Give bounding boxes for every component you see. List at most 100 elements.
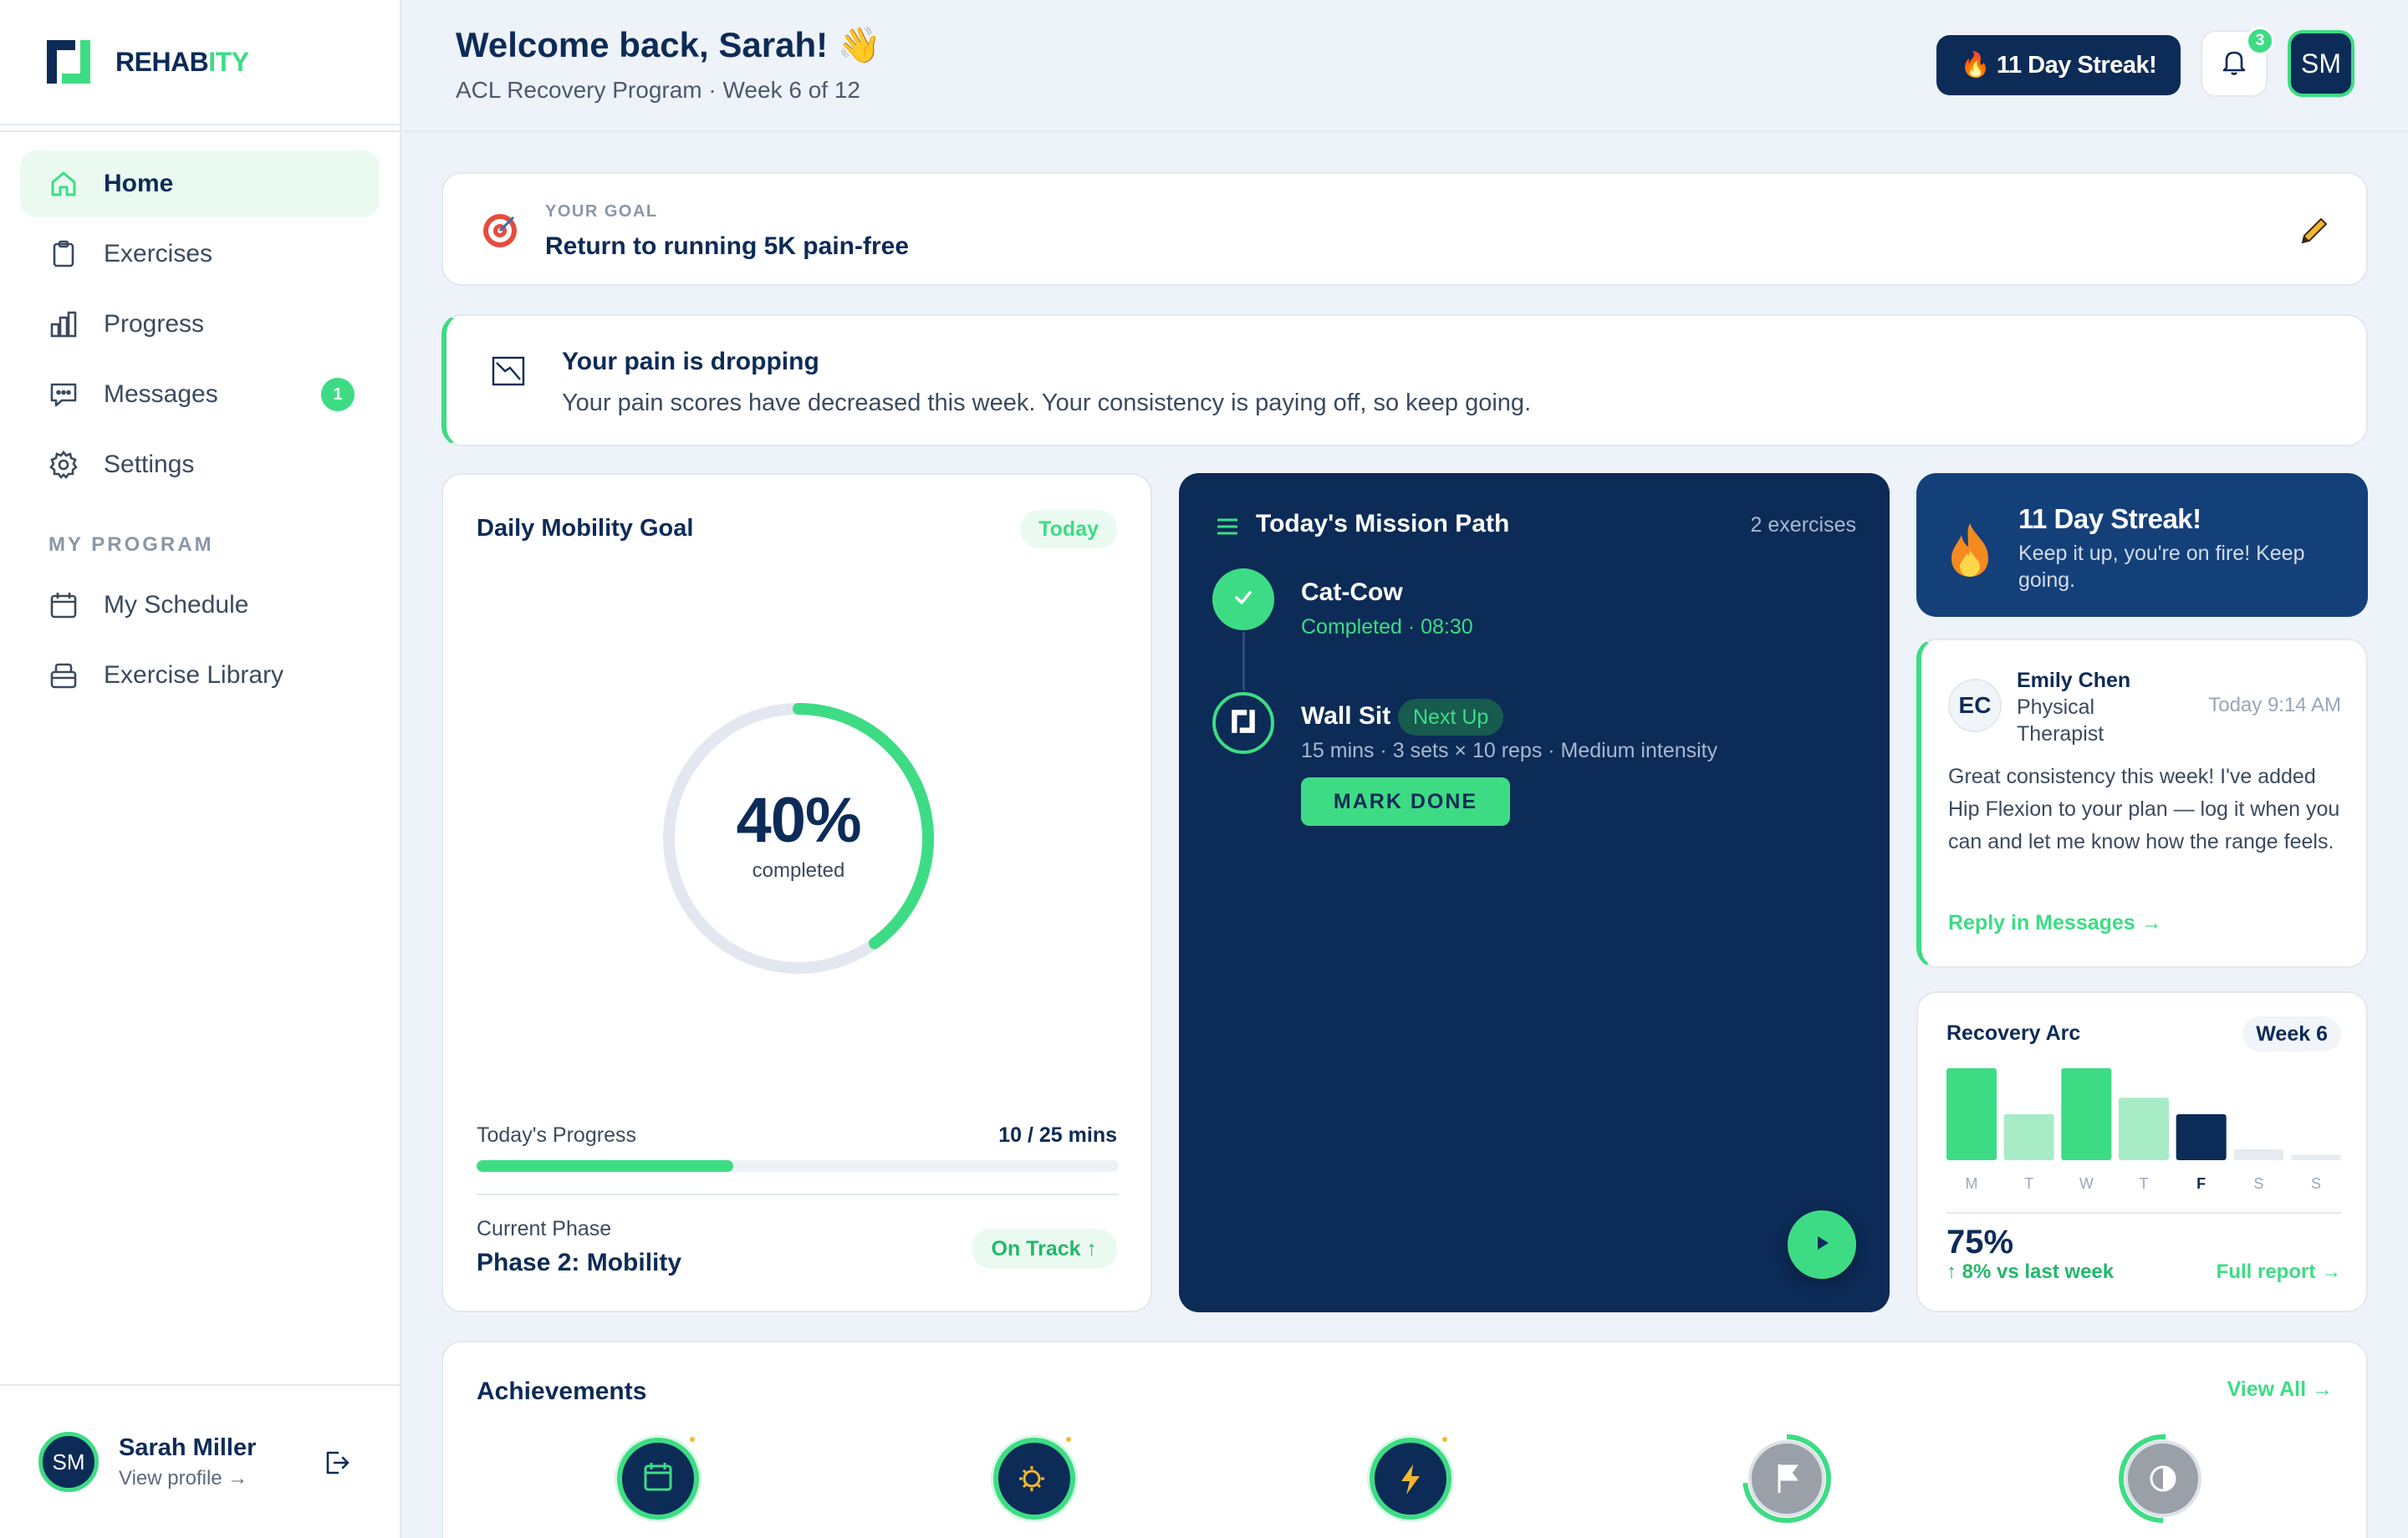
- therapist-message-card: EC Emily Chen Physical Therapist Today 9…: [1916, 639, 2368, 968]
- chart-bar: [1946, 1068, 1997, 1160]
- main-nav: Home Exercises Progress Messages 1 Setti…: [0, 125, 400, 709]
- top-header: Welcome back, Sarah! 👋 ACL Recovery Prog…: [0, 0, 2408, 132]
- step-current-marker: [1212, 692, 1274, 754]
- profile-name: Sarah Miller: [119, 1434, 257, 1461]
- full-report-link[interactable]: Full report →: [2217, 1260, 2341, 1284]
- reply-link[interactable]: Reply in Messages →: [1948, 911, 2162, 935]
- message-icon: [48, 379, 79, 410]
- sidebar-item-label: Exercise Library: [104, 661, 284, 689]
- bar-chart-icon: [48, 309, 79, 339]
- exercise-details: 15 mins · 3 sets × 10 reps · Medium inte…: [1301, 739, 1718, 762]
- message-timestamp: Today 9:14 AM: [2208, 694, 2341, 716]
- sidebar-item-my-schedule[interactable]: My Schedule: [20, 572, 380, 639]
- user-avatar-button[interactable]: SM: [2288, 30, 2354, 97]
- calendar-icon: [48, 590, 79, 620]
- divider: [477, 1194, 1119, 1195]
- chart-tick-label: T: [2024, 1175, 2033, 1192]
- lightning-icon[interactable]: [1365, 1433, 1457, 1525]
- messages-badge: 1: [321, 378, 355, 411]
- chart-tick-label: F: [2196, 1175, 2206, 1192]
- avatar: EC: [1948, 679, 2002, 732]
- insight-title: Your pain is dropping: [562, 348, 819, 375]
- chart-bar: [2291, 1154, 2341, 1160]
- sidebar-item-label: My Schedule: [104, 591, 249, 619]
- chart-bar: [2176, 1114, 2227, 1160]
- sidebar-item-label: Messages: [104, 380, 218, 408]
- progress-value: 10 / 25 mins: [998, 1123, 1117, 1147]
- chart-tick-label: T: [2140, 1175, 2149, 1192]
- pencil-icon[interactable]: [2296, 212, 2333, 249]
- progress-bar: [477, 1160, 1119, 1172]
- view-all-link[interactable]: View All →: [2227, 1378, 2333, 1402]
- notifications-button[interactable]: 3: [2201, 27, 2274, 97]
- recovery-bar-chart: MTWTFSS: [1946, 1068, 2341, 1192]
- progress-label: Today's Progress: [477, 1123, 636, 1147]
- goal-card: YOUR GOAL Return to running 5K pain-free: [441, 172, 2368, 286]
- recovery-delta: ↑ 8% vs last week: [1946, 1260, 2115, 1283]
- sun-icon[interactable]: [988, 1433, 1080, 1525]
- list-icon: [1214, 513, 1241, 540]
- phase-label: Current Phase: [477, 1217, 612, 1240]
- message-body: Great consistency this week! I've added …: [1948, 765, 2340, 853]
- logo-icon: [1229, 707, 1258, 740]
- progress-bar-fill: [477, 1160, 734, 1172]
- flag-icon[interactable]: [1741, 1433, 1833, 1525]
- recovery-percent: 75%: [1946, 1224, 2014, 1260]
- today-tag: Today: [1020, 510, 1117, 548]
- chart-bar: [2233, 1148, 2284, 1160]
- daily-mobility-card: Daily Mobility Goal Today 40% completed …: [441, 473, 1152, 1312]
- sidebar: REHABITY Home Exercises Progress Message…: [0, 0, 401, 1538]
- notification-count-badge: 3: [2246, 27, 2274, 55]
- sidebar-item-label: Exercises: [104, 240, 213, 267]
- sidebar-item-exercise-library[interactable]: Exercise Library: [20, 642, 380, 709]
- mark-done-button[interactable]: MARK DONE: [1301, 777, 1510, 826]
- status-badge: On Track ↑: [971, 1229, 1117, 1269]
- streak-message: Keep it up, you're on fire! Keep going.: [2018, 542, 2305, 592]
- chart-bar: [2119, 1097, 2169, 1160]
- profile-info: Sarah Miller View profile →: [119, 1434, 256, 1490]
- my-program-heading: MY PROGRAM: [48, 533, 214, 556]
- percent-caption: completed: [752, 859, 845, 882]
- chart-bar: [2003, 1114, 2054, 1160]
- bell-icon: [2219, 47, 2249, 81]
- calendar-icon[interactable]: [612, 1433, 704, 1525]
- divider: [1946, 1212, 2341, 1214]
- recovery-title: Recovery Arc: [1946, 1021, 2081, 1045]
- sidebar-item-label: Home: [104, 170, 174, 197]
- chart-tick-label: W: [2079, 1175, 2094, 1192]
- chart-bar: [2061, 1068, 2112, 1160]
- next-up-badge: Next Up: [1398, 699, 1504, 736]
- play-button[interactable]: [1788, 1210, 1856, 1279]
- chart-tick-label: M: [1966, 1175, 1978, 1192]
- clipboard-icon: [48, 239, 79, 269]
- home-icon: [48, 169, 79, 199]
- sidebar-item-progress[interactable]: Progress: [20, 291, 380, 358]
- sidebar-item-label: Settings: [104, 451, 195, 478]
- mobility-title: Daily Mobility Goal: [477, 515, 694, 542]
- exercise-name[interactable]: Wall Sit: [1301, 702, 1390, 731]
- mission-title: Today's Mission Path: [1256, 510, 1510, 537]
- target-icon: [480, 211, 520, 251]
- goal-label: YOUR GOAL: [545, 202, 658, 221]
- sidebar-item-messages[interactable]: Messages 1: [20, 361, 380, 428]
- page-title: Welcome back, Sarah! 👋: [456, 25, 882, 64]
- view-profile-link[interactable]: View profile →: [119, 1467, 256, 1490]
- sidebar-item-home[interactable]: Home: [20, 150, 380, 217]
- exercise-status: Completed · 08:30: [1301, 615, 1473, 639]
- check-icon: [1231, 585, 1256, 614]
- profile-footer[interactable]: SM Sarah Miller View profile →: [0, 1384, 400, 1538]
- phase-value: Phase 2: Mobility: [477, 1249, 682, 1276]
- streak-button[interactable]: 🔥 11 Day Streak!: [1936, 35, 2181, 95]
- library-icon: [48, 660, 79, 690]
- exercise-name[interactable]: Cat-Cow: [1301, 578, 1403, 607]
- insight-card: Your pain is dropping Your pain scores h…: [441, 314, 2368, 446]
- achievements-card: Achievements View All →: [441, 1341, 2368, 1538]
- sidebar-item-settings[interactable]: Settings: [20, 431, 380, 498]
- half-circle-icon[interactable]: [2117, 1433, 2209, 1525]
- sidebar-item-exercises[interactable]: Exercises: [20, 221, 380, 288]
- goal-text: Return to running 5K pain-free: [545, 232, 909, 260]
- chart-tick-label: S: [2311, 1175, 2321, 1192]
- logout-icon[interactable]: [321, 1448, 351, 1478]
- page-subtitle: ACL Recovery Program · Week 6 of 12: [456, 77, 860, 103]
- fire-icon: [1943, 520, 1997, 580]
